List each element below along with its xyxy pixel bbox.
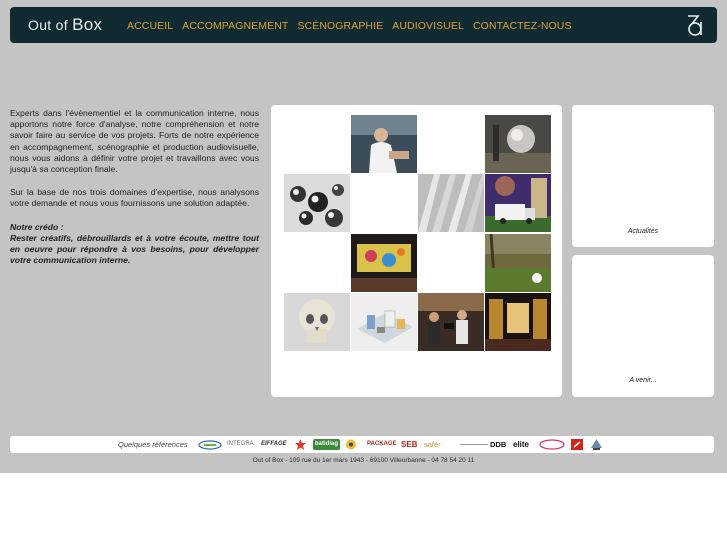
references-bar: Quelques références INTEGRA EIFFAGE bati… xyxy=(10,436,714,453)
client-logo-14[interactable] xyxy=(571,439,583,450)
chrome-spheres-image[interactable] xyxy=(284,174,350,232)
news-label: Actualités xyxy=(627,228,659,235)
client-logo-15[interactable] xyxy=(591,439,602,450)
white-panels-image[interactable] xyxy=(418,174,484,232)
client-13-icon xyxy=(539,439,565,450)
truck-illustration[interactable] xyxy=(485,174,551,232)
site-header: Out of Box ACCUEIL ACCOMPAGNEMENT SCÉNOG… xyxy=(10,7,717,43)
intro-paragraph-1: Experts dans l'évènementiel et la commun… xyxy=(10,108,259,175)
client-logo-ddb[interactable]: DDB xyxy=(490,439,506,450)
intro-paragraph-2: Sur la base de nos trois domaines d'expe… xyxy=(10,187,259,209)
news-panel[interactable]: Actualités xyxy=(572,105,714,247)
nav-audiovisuel[interactable]: AUDIOVISUEL xyxy=(392,20,464,32)
main-nav: ACCUEIL ACCOMPAGNEMENT SCÉNOGRAPHIE AUDI… xyxy=(127,20,572,32)
client-1-icon xyxy=(198,440,222,450)
client-logo-6[interactable] xyxy=(345,439,357,450)
client-logo-4[interactable] xyxy=(295,439,306,450)
client-10-icon xyxy=(460,444,488,445)
client-logo-batidiag[interactable]: batidiag xyxy=(313,439,341,450)
brand-mark-icon xyxy=(688,15,702,36)
footer-address: Out of Box - 109 rue du 1er mars 1943 - … xyxy=(252,457,475,464)
logo-text: Out of xyxy=(28,17,73,33)
client-logo-eiffage[interactable]: EIFFAGE xyxy=(261,439,287,450)
metal-sculpture-photo[interactable] xyxy=(485,115,551,173)
nav-accompagnement[interactable]: ACCOMPAGNEMENT xyxy=(182,20,288,32)
nav-accueil[interactable]: ACCUEIL xyxy=(127,20,173,32)
client-logo-package[interactable]: PACKAGE xyxy=(367,439,397,450)
upcoming-panel[interactable]: A venir... xyxy=(572,255,714,397)
client-logo-seb[interactable]: SEB xyxy=(401,439,417,450)
skull-image[interactable] xyxy=(284,293,350,351)
client-14-icon xyxy=(571,439,583,450)
nav-scenographie[interactable]: SCÉNOGRAPHIE xyxy=(297,20,383,32)
site-logo[interactable]: Out of Box xyxy=(28,15,102,35)
nav-contactez-nous[interactable]: CONTACTEZ-NOUS xyxy=(473,20,572,32)
theater-stage-photo[interactable] xyxy=(485,293,551,351)
client-logo-integra[interactable]: INTEGRA xyxy=(227,439,254,450)
credo-text: Rester créatifs, débrouillards et à votr… xyxy=(10,232,259,266)
stage-screen-photo[interactable] xyxy=(351,234,417,292)
client-logo-1[interactable] xyxy=(198,439,222,450)
credo-title: Notre crédo : xyxy=(10,221,64,232)
client-logo-elite[interactable]: elite xyxy=(513,439,529,450)
client-logo-safer[interactable]: safer xyxy=(424,439,441,450)
golf-ball-photo[interactable] xyxy=(485,234,551,292)
star-icon xyxy=(295,439,306,450)
references-label: Quelques références xyxy=(118,440,188,449)
client-logo-10[interactable] xyxy=(460,439,488,450)
client-logo-13[interactable] xyxy=(539,439,565,450)
upcoming-label: A venir... xyxy=(629,377,657,384)
film-crew-photo[interactable] xyxy=(418,293,484,351)
logo-box-text: Box xyxy=(72,15,103,34)
intro-text: Experts dans l'évènementiel et la commun… xyxy=(10,108,259,266)
photo-gallery xyxy=(271,105,562,397)
exhibition-model-image[interactable] xyxy=(351,293,417,351)
client-15-icon xyxy=(591,439,602,450)
chef-photo[interactable] xyxy=(351,115,417,173)
client-6-icon xyxy=(346,439,356,450)
